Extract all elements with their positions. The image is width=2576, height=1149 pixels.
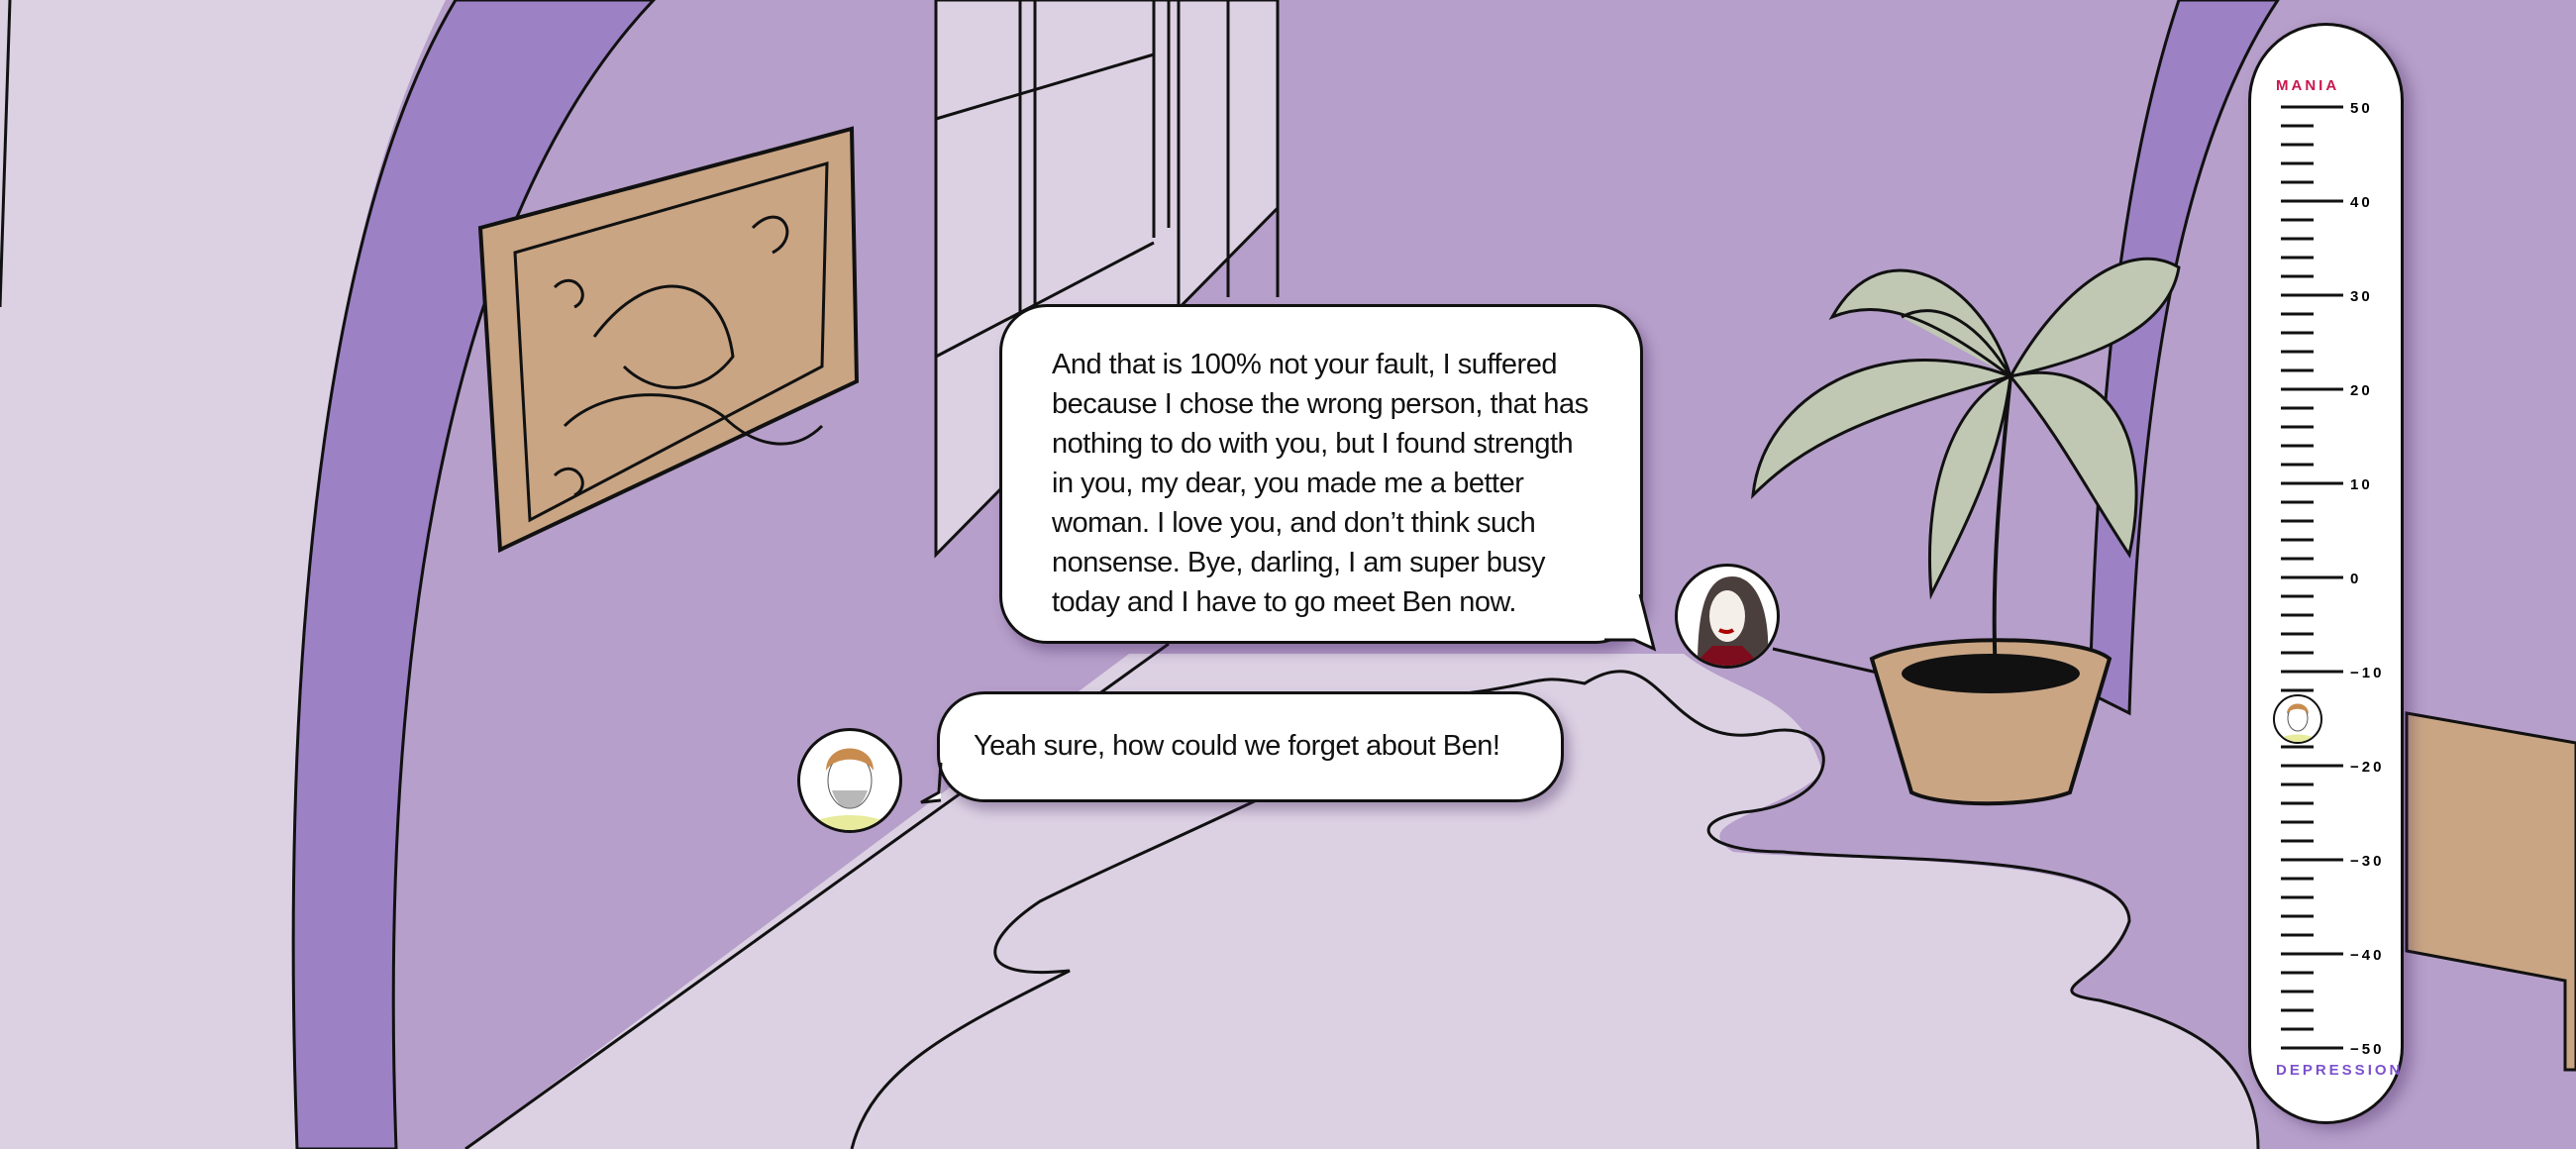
npc-dialogue-text: And that is 100% not your fault, I suffe… <box>1052 349 1589 618</box>
npc-bubble-tail <box>1604 594 1657 652</box>
reply-bubble-tail <box>920 763 943 804</box>
woman-portrait-icon <box>1693 576 1769 666</box>
tick-label: 0 <box>2350 571 2361 587</box>
tick-label: 20 <box>2350 382 2373 399</box>
tick-label: 10 <box>2350 476 2373 493</box>
meter-scale: 50 40 30 20 10 0 −10 −20 −30 −40 −50 <box>2281 100 2384 1058</box>
tick-label: 50 <box>2350 100 2373 117</box>
depression-label: DEPRESSION <box>2276 1062 2404 1079</box>
tick-label: 40 <box>2350 194 2373 211</box>
npc-speech-bubble: And that is 100% not your fault, I suffe… <box>999 304 1643 644</box>
tick-label: −20 <box>2350 759 2384 776</box>
mood-level-marker <box>2273 693 2322 744</box>
player-avatar[interactable] <box>797 728 902 833</box>
tick-label: −30 <box>2350 853 2384 870</box>
npc-avatar[interactable] <box>1675 564 1780 669</box>
tick-label: −40 <box>2350 947 2384 964</box>
tick-label: −10 <box>2350 665 2384 681</box>
tick-label: −50 <box>2350 1041 2384 1058</box>
man-portrait-icon <box>2277 703 2318 742</box>
mood-meter: MANIA 50 40 30 20 10 0 −10 −20 −30 −40 −50 DEPRESS… <box>2248 23 2404 1124</box>
player-reply-text: Yeah sure, how could we forget about Ben… <box>974 730 1500 762</box>
player-reply-bubble[interactable]: Yeah sure, how could we forget about Ben… <box>937 691 1564 802</box>
man-portrait-icon <box>805 748 894 830</box>
tick-label: 30 <box>2350 288 2373 305</box>
